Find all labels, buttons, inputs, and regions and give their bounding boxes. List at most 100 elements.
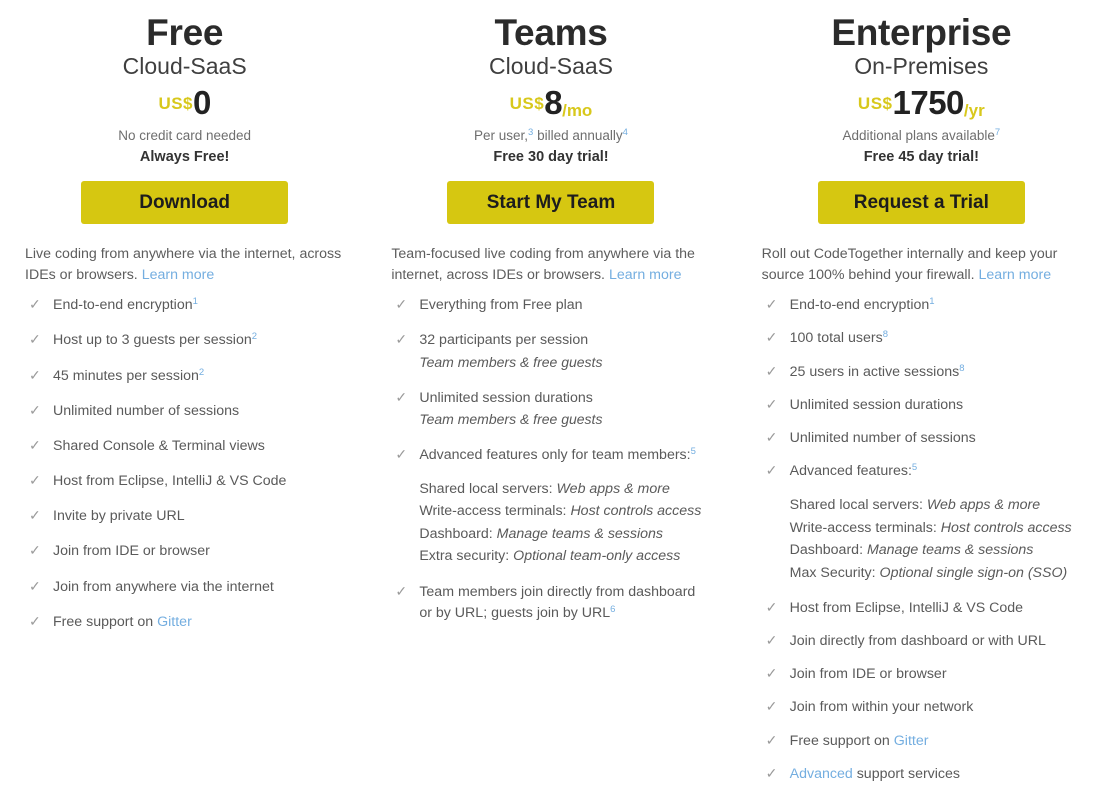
start-my-team-button[interactable]: Start My Team <box>447 181 655 225</box>
feature-label: Team members join directly from dashboar… <box>419 584 696 621</box>
advanced-feature-row: Dashboard: Manage teams & sessions <box>762 539 1081 561</box>
feature-label: 25 users in active sessions <box>789 363 960 380</box>
feature-item: ✓ Shared Console & Terminal views <box>25 436 344 456</box>
feature-item: ✓ Advanced support services <box>762 764 1081 784</box>
advanced-feature-value: Web apps & more <box>926 497 1041 514</box>
check-icon: ✓ <box>29 472 41 489</box>
advanced-feature-value: Manage teams & sessions <box>496 525 664 542</box>
feature-label: Host from Eclipse, IntelliJ & VS Code <box>789 600 1024 617</box>
plan-price-enterprise: US$1750/yr <box>762 86 1081 119</box>
request-a-trial-button[interactable]: Request a Trial <box>817 181 1025 225</box>
advanced-feature-label: Max Security: <box>789 564 880 581</box>
feature-item: ✓ Join from anywhere via the internet <box>25 577 344 597</box>
footnote-ref[interactable]: 1 <box>929 296 934 307</box>
check-icon: ✓ <box>765 362 778 379</box>
footnote-ref[interactable]: 7 <box>995 127 1000 138</box>
feature-label: Shared Console & Terminal views <box>53 437 265 454</box>
feature-item: ✓ Host from Eclipse, IntelliJ & VS Code <box>25 471 344 491</box>
price-note-teams: Per user,3 billed annually4 <box>391 128 710 145</box>
footnote-ref[interactable]: 5 <box>691 446 696 457</box>
advanced-features-group-enterprise: Shared local servers: Web apps & more Wr… <box>762 494 1081 584</box>
download-button[interactable]: Download <box>81 181 289 225</box>
feature-label: 100 total users <box>789 330 883 347</box>
plan-price-teams: US$8/mo <box>391 86 710 119</box>
plan-title-free: Free <box>146 12 224 53</box>
plan-card-enterprise: Enterprise On-Premises US$1750/yr Additi… <box>739 13 1108 797</box>
feature-item: ✓ Join directly from dashboard or with U… <box>762 631 1081 651</box>
learn-more-link-free[interactable]: Learn more <box>142 267 215 283</box>
advanced-features-group-teams: Shared local servers: Web apps & more Wr… <box>391 478 710 568</box>
footnote-ref[interactable]: 2 <box>252 331 257 342</box>
feature-item: ✓ 45 minutes per session2 <box>25 366 344 386</box>
feature-label: Unlimited number of sessions <box>789 429 976 446</box>
trial-note-teams: Free 30 day trial! <box>493 149 609 166</box>
price-note-text: Additional plans available <box>842 128 995 144</box>
feature-item: ✓ End-to-end encryption1 <box>762 295 1081 315</box>
feature-item: ✓ 100 total users8 <box>762 328 1081 348</box>
check-icon: ✓ <box>29 436 41 453</box>
plan-deployment-teams: Cloud-SaaS <box>488 53 613 80</box>
feature-item: ✓ Invite by private URL <box>25 506 344 526</box>
advanced-feature-label: Write-access terminals: <box>419 503 571 520</box>
price-currency-enterprise: US$ <box>857 94 893 114</box>
check-icon: ✓ <box>29 542 41 559</box>
feature-label: Unlimited session durations <box>419 389 593 406</box>
check-icon: ✓ <box>395 331 408 348</box>
check-icon: ✓ <box>29 296 41 313</box>
footnote-ref[interactable]: 4 <box>623 127 628 138</box>
feature-item: ✓ Advanced features only for team member… <box>391 445 710 465</box>
footnote-ref[interactable]: 6 <box>610 604 615 615</box>
feature-label: End-to-end encryption <box>53 297 193 314</box>
learn-more-link-enterprise[interactable]: Learn more <box>979 267 1052 283</box>
feature-item: ✓ Free support on Gitter <box>762 731 1081 751</box>
feature-label: Unlimited session durations <box>789 396 964 413</box>
footnote-ref[interactable]: 8 <box>883 329 888 340</box>
check-icon: ✓ <box>765 329 778 346</box>
feature-item: ✓ Team members join directly from dashbo… <box>391 582 710 622</box>
feature-item: ✓ End-to-end encryption1 <box>25 295 344 315</box>
check-icon: ✓ <box>765 731 778 748</box>
advanced-feature-label: Shared local servers: <box>419 480 557 497</box>
feature-label: Host from Eclipse, IntelliJ & VS Code <box>53 473 287 490</box>
check-icon: ✓ <box>395 296 408 313</box>
footnote-ref[interactable]: 1 <box>193 296 198 307</box>
feature-label: Advanced features: <box>789 463 912 480</box>
feature-list-free: ✓ End-to-end encryption1 ✓ Host up to 3 … <box>25 295 344 632</box>
footnote-ref[interactable]: 2 <box>199 367 204 378</box>
advanced-feature-row: Write-access terminals: Host controls ac… <box>391 500 710 522</box>
learn-more-link-teams[interactable]: Learn more <box>609 267 682 283</box>
feature-item: ✓ Host from Eclipse, IntelliJ & VS Code <box>762 598 1081 618</box>
advanced-feature-row: Extra security: Optional team-only acces… <box>391 545 710 567</box>
gitter-link[interactable]: Gitter <box>157 614 192 630</box>
plan-card-free: Free Cloud-SaaS US$0 No credit card need… <box>0 12 369 797</box>
footnote-ref[interactable]: 5 <box>912 462 917 473</box>
plan-description-teams: Team-focused live coding from anywhere v… <box>391 244 710 285</box>
advanced-feature-row: Write-access terminals: Host controls ac… <box>762 517 1081 539</box>
feature-item: ✓ Unlimited session durations Team membe… <box>391 388 710 430</box>
check-icon: ✓ <box>29 331 41 348</box>
feature-subnote: Team members & free guests <box>419 410 603 427</box>
advanced-feature-value: Manage teams & sessions <box>866 542 1034 559</box>
check-icon: ✓ <box>395 388 408 405</box>
plan-deployment-free: Cloud-SaaS <box>122 53 247 80</box>
feature-list-enterprise: ✓ End-to-end encryption1 ✓ 100 total use… <box>762 295 1081 784</box>
advanced-feature-value: Web apps & more <box>556 480 670 497</box>
check-icon: ✓ <box>29 507 41 524</box>
price-amount-enterprise: 1750 <box>892 84 965 122</box>
advanced-feature-label: Write-access terminals: <box>789 519 941 536</box>
gitter-link[interactable]: Gitter <box>894 733 929 749</box>
feature-label: Host up to 3 guests per session <box>53 332 252 349</box>
feature-label: support services <box>852 765 961 782</box>
plan-header-teams: Teams Cloud-SaaS US$8/mo Per user,3 bill… <box>391 12 710 225</box>
check-icon: ✓ <box>29 401 41 418</box>
pricing-plans-grid: Free Cloud-SaaS US$0 No credit card need… <box>0 0 1108 797</box>
plan-description-free: Live coding from anywhere via the intern… <box>25 244 344 285</box>
trial-note-enterprise: Free 45 day trial! <box>863 149 979 166</box>
check-icon: ✓ <box>765 698 778 715</box>
footnote-ref[interactable]: 8 <box>959 363 964 374</box>
feature-label: Everything from Free plan <box>419 297 583 314</box>
check-icon: ✓ <box>395 583 408 600</box>
feature-item: ✓ 25 users in active sessions8 <box>762 362 1081 382</box>
advanced-support-link[interactable]: Advanced <box>790 766 853 782</box>
plan-title-teams: Teams <box>494 12 608 53</box>
